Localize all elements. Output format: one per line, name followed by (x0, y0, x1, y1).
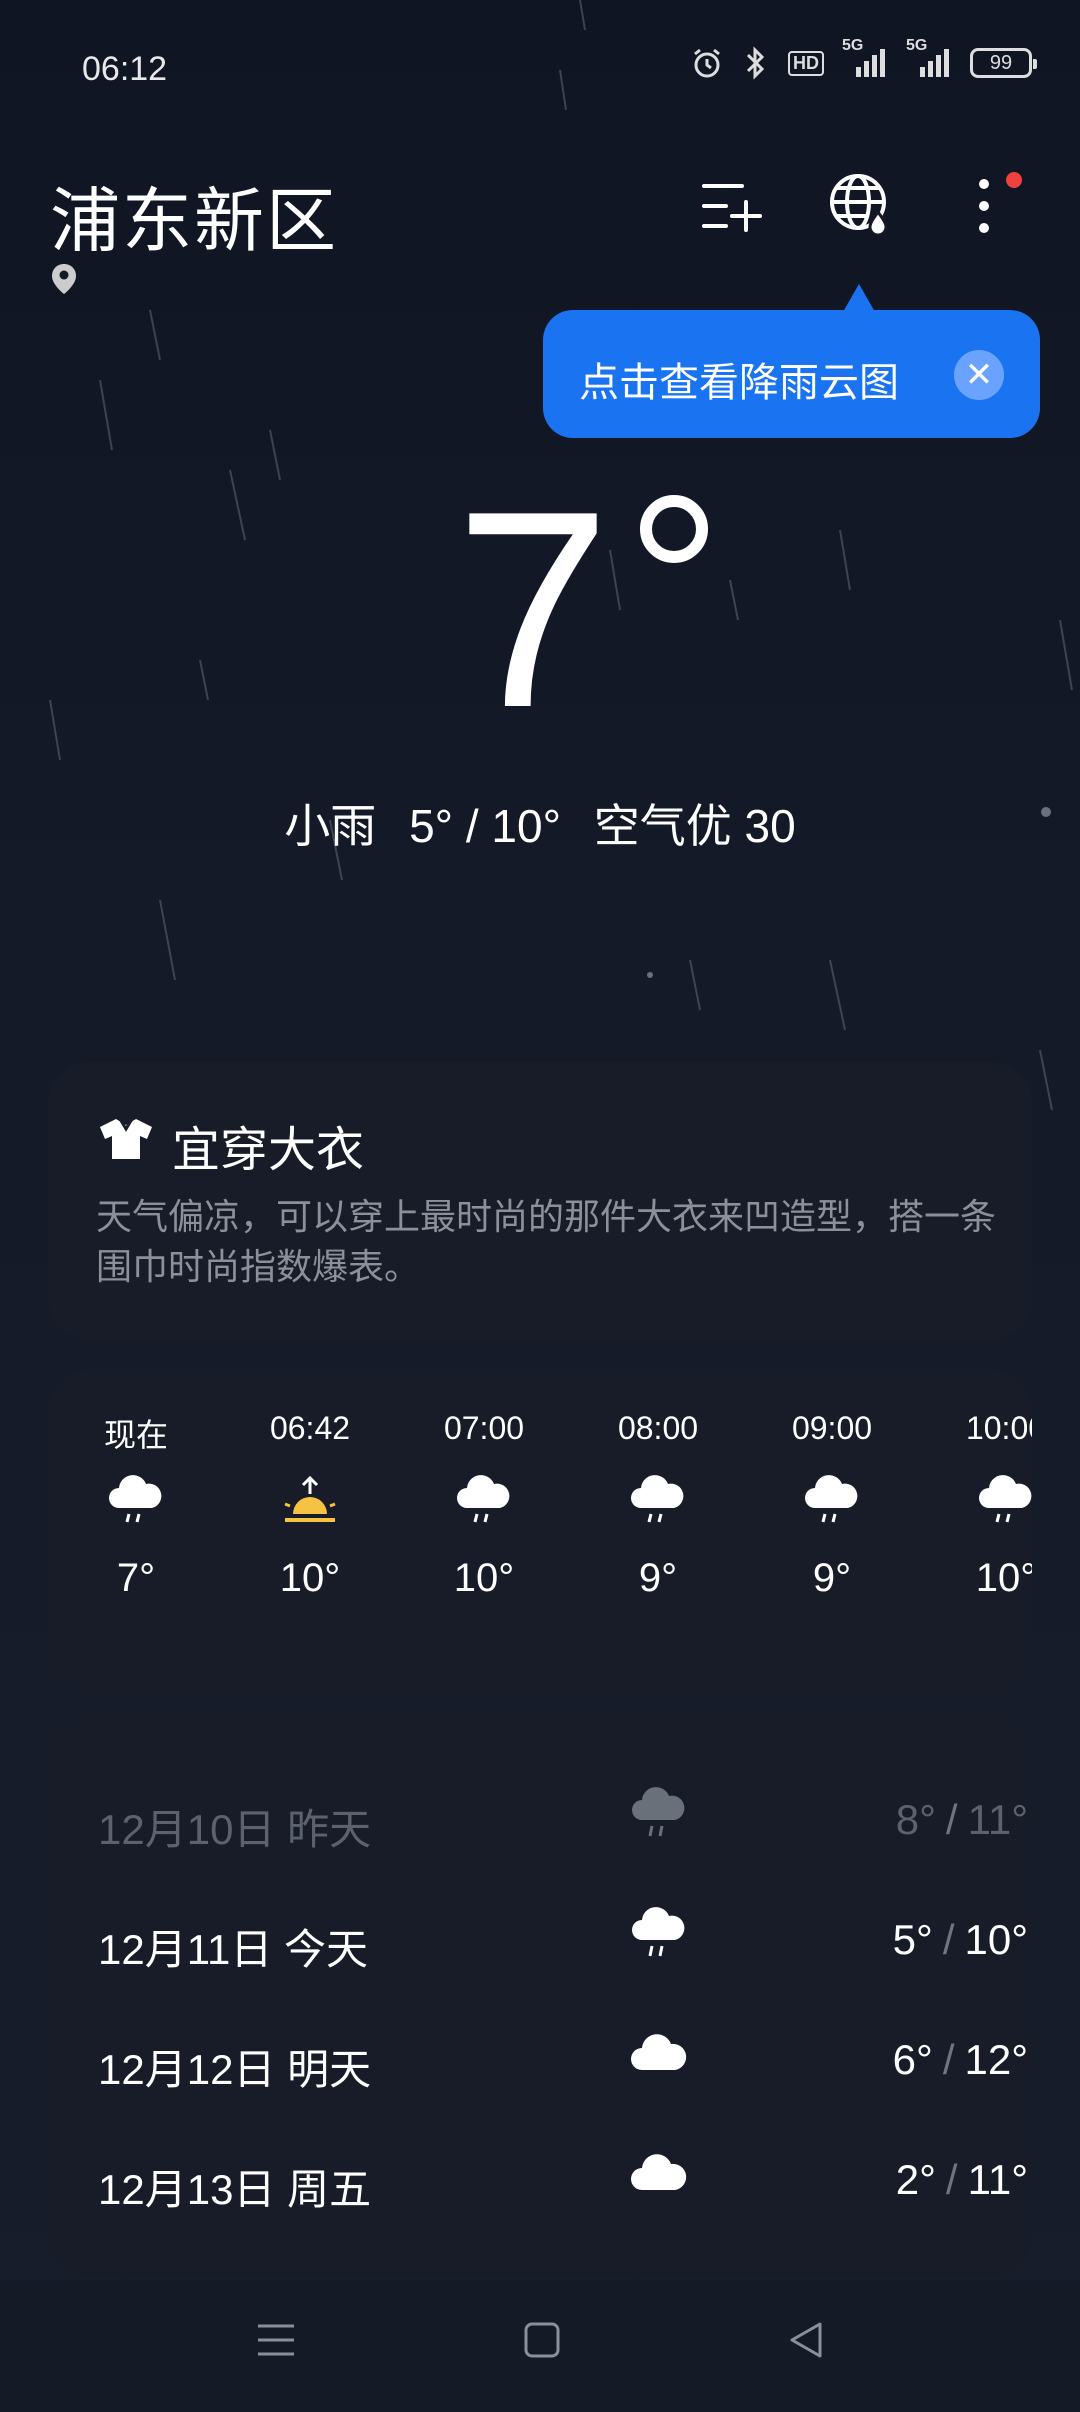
degree-symbol (640, 495, 708, 563)
back-icon[interactable] (786, 2320, 826, 2365)
day-low: 6° (892, 2036, 933, 2083)
day-high: 12° (964, 2036, 1028, 2083)
more-menu-icon[interactable] (972, 176, 996, 241)
day-low: 8° (895, 1796, 936, 1843)
rain-map-globe-icon[interactable] (828, 172, 892, 243)
recent-apps-icon[interactable] (256, 2320, 296, 2365)
status-icons: HD 5G 5G 99 (690, 37, 1037, 80)
cloud-icon (628, 2146, 690, 2207)
condition-text: 小雨 (284, 800, 377, 852)
signal-5g-icon-1: 5G (842, 37, 888, 79)
rain-icon (628, 1906, 690, 1967)
hd-voice-badge: HD (788, 50, 824, 76)
day-high: 11° (967, 1796, 1028, 1843)
day-row[interactable]: 12月11日 今天 5°/10° (98, 1892, 1028, 1982)
hour-item[interactable]: 08:00 9° (588, 1410, 728, 1601)
hour-item[interactable]: 09:00 9° (762, 1410, 902, 1601)
day-temp-range: 6°/12° (893, 2036, 1028, 2084)
day-row[interactable]: 12月10日 昨天 8°/11° (98, 1772, 1028, 1862)
hour-time: 09:00 (791, 1410, 873, 1446)
status-bar: 06:12 HD 5G 5G 99 (0, 0, 1080, 140)
hour-time: 06:42 (269, 1410, 351, 1446)
home-icon[interactable] (522, 2320, 562, 2365)
alarm-icon (690, 46, 724, 80)
day-low: 2° (895, 2156, 936, 2203)
range-separator: / (942, 2036, 955, 2083)
day-date: 12月11日 今天 (98, 1926, 368, 1973)
status-time: 06:12 (82, 50, 168, 88)
hour-time: 07:00 (443, 1410, 525, 1446)
rain-icon (66, 1460, 206, 1540)
hour-time: 08:00 (617, 1410, 699, 1446)
sunrise-icon (240, 1460, 380, 1540)
hour-item[interactable]: 07:00 10° (414, 1410, 554, 1601)
bluetooth-icon (742, 46, 770, 80)
day-row[interactable]: 12月13日 周五 2°/11° (98, 2132, 1028, 2222)
day-date: 12月13日 周五 (98, 2166, 372, 2213)
notification-dot (1006, 172, 1022, 188)
hour-time: 现在 (103, 1417, 168, 1453)
rain-icon (936, 1460, 1032, 1540)
dressing-title: 宜穿大衣 (172, 1124, 365, 1177)
hour-temp: 10° (975, 1556, 1032, 1600)
hour-item[interactable]: 06:42 10° (240, 1410, 380, 1601)
day-temp-range: 2°/11° (896, 2156, 1028, 2204)
rain-map-tooltip[interactable]: 点击查看降雨云图 ✕ (543, 284, 1040, 438)
city-name[interactable]: 浦东新区 (50, 165, 338, 266)
hour-temp: 10° (279, 1556, 341, 1600)
rain-icon (762, 1460, 902, 1540)
day-low: 5° (892, 1916, 933, 1963)
day-row[interactable]: 12月12日 明天 6°/12° (98, 2012, 1028, 2102)
daily-forecast-card[interactable]: 12月10日 昨天 8°/11° 12月11日 今天 5°/10° 12月12日… (48, 1716, 1032, 2276)
day-high: 11° (967, 2156, 1028, 2203)
hourly-forecast-card[interactable]: 现在 7° 06:42 10° 07:00 10° 08:00 9° 09:00… (48, 1370, 1032, 1692)
signal-5g-icon-2: 5G (906, 37, 952, 79)
city-manage-icon[interactable] (700, 178, 764, 239)
day-temp-range: 5°/10° (893, 1916, 1028, 1964)
coat-icon (98, 1117, 154, 1173)
aqi-text: 空气优 30 (593, 800, 796, 852)
location-pin-icon (50, 262, 78, 301)
cloud-icon (628, 2026, 690, 2087)
close-icon[interactable]: ✕ (954, 350, 1004, 400)
weather-summary[interactable]: 小雨 5° / 10° 空气优 30 (0, 790, 1080, 856)
range-separator: / (945, 1796, 958, 1843)
hour-temp: 9° (812, 1556, 852, 1600)
current-temperature: 7 (455, 454, 611, 766)
range-separator: / (945, 2156, 958, 2203)
dressing-card[interactable]: 宜穿大衣 天气偏凉，可以穿上最时尚的那件大衣来凹造型，搭一条围巾时尚指数爆表。 (48, 1062, 1032, 1340)
tooltip-text: 点击查看降雨云图 (579, 361, 899, 405)
hour-temp: 10° (453, 1556, 515, 1600)
hour-item[interactable]: 10:00 10° (936, 1410, 1032, 1601)
dressing-description: 天气偏凉，可以穿上最时尚的那件大衣来凹造型，搭一条围巾时尚指数爆表。 (96, 1196, 997, 1287)
day-high: 10° (964, 1916, 1028, 1963)
dressing-title-row: 宜穿大衣 (98, 1110, 364, 1180)
navigation-bar (0, 2280, 1080, 2412)
hour-item[interactable]: 现在 7° (66, 1410, 206, 1601)
day-date: 12月12日 明天 (98, 2046, 372, 2093)
range-separator: / (942, 1916, 955, 1963)
rain-icon (588, 1460, 728, 1540)
day-date: 12月10日 昨天 (98, 1806, 372, 1853)
hour-temp: 9° (638, 1556, 678, 1600)
rain-icon (628, 1786, 690, 1847)
net-type-label-1: 5G (842, 37, 864, 54)
net-type-label-2: 5G (906, 37, 928, 54)
day-temp-range: 8°/11° (896, 1796, 1028, 1844)
temp-range-text: 5° / 10° (409, 800, 561, 852)
rain-icon (414, 1460, 554, 1540)
hour-temp: 7° (116, 1556, 156, 1600)
hour-time: 10:00 (965, 1410, 1032, 1446)
battery-indicator: 99 (970, 48, 1037, 78)
